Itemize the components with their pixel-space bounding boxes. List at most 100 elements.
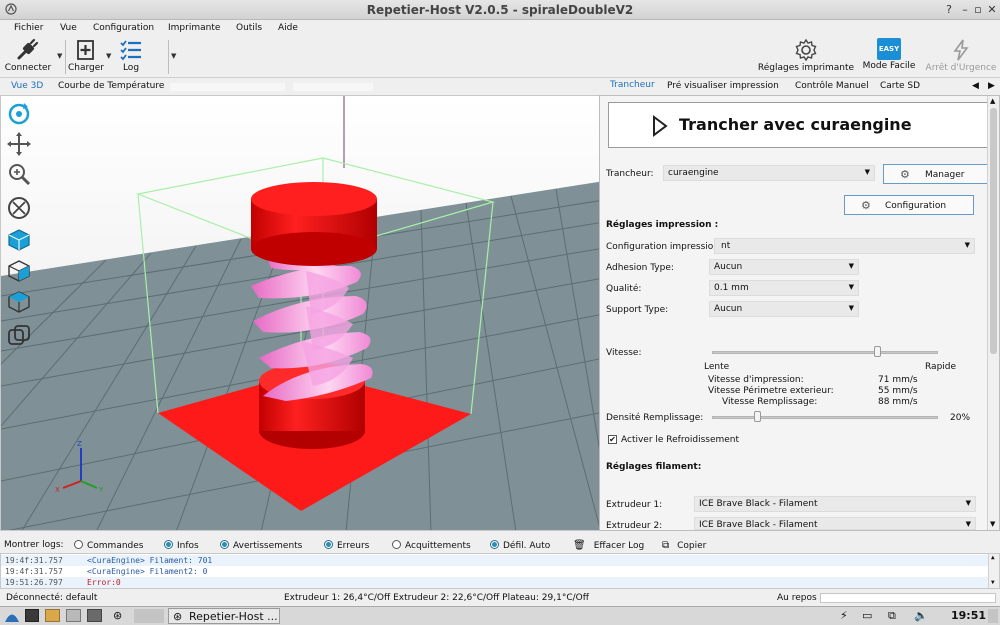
show-desktop-button[interactable] xyxy=(988,609,998,623)
speed-slow-label: Lente xyxy=(704,362,730,372)
print-config-label: Configuration impression: xyxy=(606,242,723,252)
easy-mode-button[interactable]: EASY Mode Facile xyxy=(862,38,916,71)
start-menu-icon[interactable] xyxy=(4,609,20,625)
tab-print-preview[interactable]: Pré visualiser impression xyxy=(667,81,779,91)
window-icon[interactable] xyxy=(87,609,102,622)
print-config-select[interactable]: nt ▼ xyxy=(714,238,975,254)
toolbar-more-icon[interactable]: ▼ xyxy=(171,52,176,60)
quality-select[interactable]: 0.1 mm ▼ xyxy=(709,280,859,296)
log-warnings-toggle[interactable]: Avertissements xyxy=(220,540,302,551)
scroll-down-icon[interactable]: ▼ xyxy=(990,520,995,528)
copy-log-button[interactable]: ⧉ Copier xyxy=(662,540,706,551)
slice-button[interactable]: Trancher avec curaengine xyxy=(608,102,988,148)
tab-slicer[interactable]: Trancheur xyxy=(610,80,655,90)
power-icon[interactable]: ⚡ xyxy=(840,609,848,622)
support-select[interactable]: Aucun ▼ xyxy=(709,301,859,317)
menu-imprimante[interactable]: Imprimante xyxy=(168,23,220,33)
tab-scroll-left-icon[interactable]: ◀ xyxy=(972,81,979,91)
log-acks-toggle[interactable]: Acquittements xyxy=(392,540,471,551)
menu-outils[interactable]: Outils xyxy=(236,23,262,33)
extruder1-label: Extrudeur 1: xyxy=(606,500,663,510)
configuration-button[interactable]: ⚙ Configuration xyxy=(844,195,974,215)
iso-view-icon[interactable] xyxy=(5,226,33,254)
folder-icon[interactable] xyxy=(45,609,60,622)
density-slider-thumb[interactable] xyxy=(754,411,762,422)
chevron-down-icon: ▼ xyxy=(848,262,854,270)
printer-settings-button[interactable]: Réglages imprimante xyxy=(756,38,856,73)
move-icon[interactable] xyxy=(5,130,33,158)
extruder1-select[interactable]: ICE Brave Black - Filament ▼ xyxy=(694,496,976,512)
extruder2-select[interactable]: ICE Brave Black - Filament ▼ xyxy=(694,517,976,530)
log-infos-toggle[interactable]: Infos xyxy=(164,540,199,551)
menu-aide[interactable]: Aide xyxy=(278,23,298,33)
fit-view-icon[interactable] xyxy=(5,194,33,222)
scrollbar-thumb[interactable] xyxy=(990,108,997,354)
manager-button[interactable]: ⚙ Manager xyxy=(883,164,995,184)
log-row: 19:51:26.797 Error:0 xyxy=(1,577,988,588)
progress-bar xyxy=(820,593,996,603)
scroll-up-icon[interactable]: ▲ xyxy=(990,97,995,105)
tab-sd-card[interactable]: Carte SD xyxy=(880,81,920,91)
tab-3d-view[interactable]: Vue 3D xyxy=(11,81,43,91)
log-commands-toggle[interactable]: Commandes xyxy=(74,540,143,551)
terminal-icon[interactable] xyxy=(25,609,39,622)
emergency-stop-button[interactable]: Arrêt d'Urgence xyxy=(923,38,999,73)
speed-slider[interactable] xyxy=(712,351,938,354)
perimeter-speed-label: Vitesse Périmetre exterieur: xyxy=(708,386,834,396)
log-button[interactable]: Log xyxy=(114,38,148,73)
filament-settings-header: Réglages filament: xyxy=(606,462,702,472)
volume-icon[interactable]: 🔈 xyxy=(914,609,928,622)
rotate-icon[interactable] xyxy=(5,100,33,128)
load-button[interactable]: Charger xyxy=(68,38,104,73)
log-view[interactable]: 19:4f:31.757 <CuraEngine> Filament: 701 … xyxy=(0,553,1000,589)
load-dropdown-icon[interactable]: ▼ xyxy=(106,52,111,60)
help-icon[interactable]: ? xyxy=(942,3,956,17)
scroll-down-icon[interactable]: ▼ xyxy=(991,579,995,586)
close-icon[interactable]: ✕ xyxy=(985,3,999,17)
chevron-down-icon: ▼ xyxy=(965,499,971,507)
connect-button[interactable]: Connecter xyxy=(4,38,52,73)
clear-log-button[interactable]: 🗑 Effacer Log xyxy=(573,540,644,551)
radio-off xyxy=(392,540,401,549)
scroll-up-icon[interactable]: ▲ xyxy=(991,554,995,561)
chevron-down-icon: ▼ xyxy=(964,241,970,249)
zoom-icon[interactable] xyxy=(5,160,33,188)
top-view-icon[interactable] xyxy=(5,288,33,316)
battery-icon[interactable]: ▭ xyxy=(862,609,872,622)
taskbar-app-button[interactable]: ⊛ Repetier-Host ... xyxy=(168,608,280,624)
3d-viewport[interactable]: Z X Y xyxy=(0,95,603,531)
gear-icon: ⚙ xyxy=(861,199,871,212)
front-view-icon[interactable] xyxy=(5,257,33,285)
slicer-panel: Trancher avec curaengine Trancheur: cura… xyxy=(599,95,1000,531)
menu-configuration[interactable]: Configuration xyxy=(93,23,154,33)
speed-slider-thumb[interactable] xyxy=(873,346,881,357)
minimize-icon[interactable]: – xyxy=(958,3,972,17)
copy-icon: ⧉ xyxy=(662,540,670,551)
maximize-icon[interactable]: ▫ xyxy=(971,3,985,17)
radio-on xyxy=(220,540,229,549)
cooling-checkbox[interactable]: ✔ xyxy=(608,435,617,444)
log-autoscroll-toggle[interactable]: Défil. Auto xyxy=(490,540,550,551)
adhesion-select[interactable]: Aucun ▼ xyxy=(709,259,859,275)
easy-badge-icon: EASY xyxy=(877,38,901,60)
parallel-view-icon[interactable] xyxy=(5,322,33,350)
add-file-icon xyxy=(77,40,94,60)
density-slider[interactable] xyxy=(712,416,938,419)
tab-temperature-curve[interactable]: Courbe de Température xyxy=(58,81,164,91)
display-icon[interactable]: ⧉ xyxy=(888,609,896,623)
chevron-down-icon: ▼ xyxy=(848,283,854,291)
top-cylinder-bottom xyxy=(251,232,377,266)
log-errors-toggle[interactable]: Erreurs xyxy=(324,540,369,551)
menu-vue[interactable]: Vue xyxy=(60,23,77,33)
menu-fichier[interactable]: Fichier xyxy=(14,23,43,33)
tab-scroll-right-icon[interactable]: ▶ xyxy=(988,81,995,91)
slicer-select[interactable]: curaengine ▼ xyxy=(663,165,875,181)
repetier-launcher-icon[interactable]: ⊛ xyxy=(113,609,122,622)
log-scrollbar[interactable]: ▲ ▼ xyxy=(988,554,999,588)
screen-icon[interactable] xyxy=(66,609,81,622)
tab-manual-control[interactable]: Contrôle Manuel xyxy=(795,81,869,91)
quality-label: Qualité: xyxy=(606,284,642,294)
connect-dropdown-icon[interactable]: ▼ xyxy=(57,52,62,60)
panel-scrollbar[interactable]: ▲ ▼ xyxy=(987,96,999,530)
svg-text:X: X xyxy=(55,486,60,494)
